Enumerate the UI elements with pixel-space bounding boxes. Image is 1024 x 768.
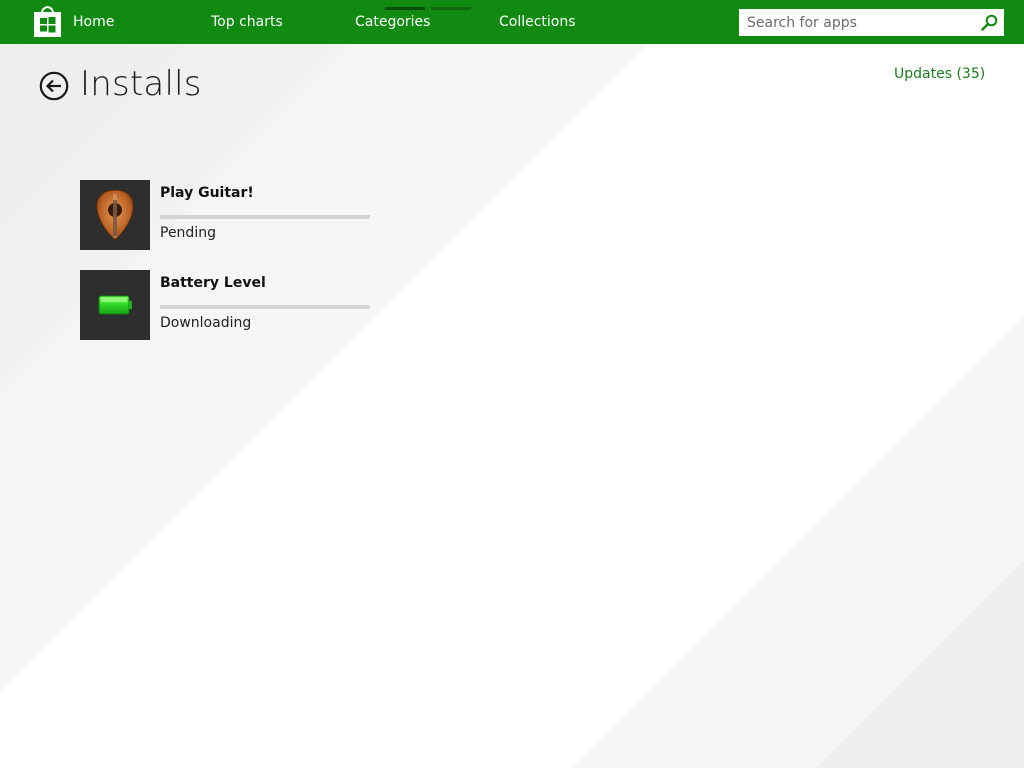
search-input[interactable] xyxy=(739,9,975,36)
nav-home[interactable]: Home xyxy=(73,0,114,44)
background-band xyxy=(0,44,1024,768)
app-name: Play Guitar! xyxy=(160,185,254,201)
install-item[interactable]: Play Guitar! Pending xyxy=(80,180,380,250)
top-nav-bar: Home Top charts Categories Collections xyxy=(0,0,1024,44)
page-title: Installs xyxy=(80,64,202,104)
install-status: Downloading xyxy=(160,315,252,331)
install-item[interactable]: Battery Level Downloading xyxy=(80,270,380,340)
back-arrow-icon[interactable] xyxy=(39,71,69,101)
search-icon[interactable] xyxy=(981,14,998,31)
app-tile xyxy=(80,270,150,340)
app-name: Battery Level xyxy=(160,275,266,291)
nav-collections[interactable]: Collections xyxy=(499,0,576,44)
nav-scroll-indicator xyxy=(431,7,471,10)
app-tile xyxy=(80,180,150,250)
battery-icon xyxy=(98,295,132,315)
progress-bar xyxy=(160,215,370,219)
store-page: Home Top charts Categories Collections I… xyxy=(0,0,1024,768)
install-status: Pending xyxy=(160,225,216,241)
background-band xyxy=(0,44,1024,768)
progress-bar xyxy=(160,305,370,309)
guitar-icon xyxy=(96,189,134,241)
nav-top-charts[interactable]: Top charts xyxy=(211,0,283,44)
nav-scroll-indicator xyxy=(385,7,425,10)
store-bag-icon[interactable] xyxy=(33,6,62,37)
updates-link[interactable]: Updates (35) xyxy=(894,66,985,82)
background-band xyxy=(0,44,1024,768)
background-band xyxy=(0,44,1024,768)
search-box xyxy=(739,9,1004,36)
